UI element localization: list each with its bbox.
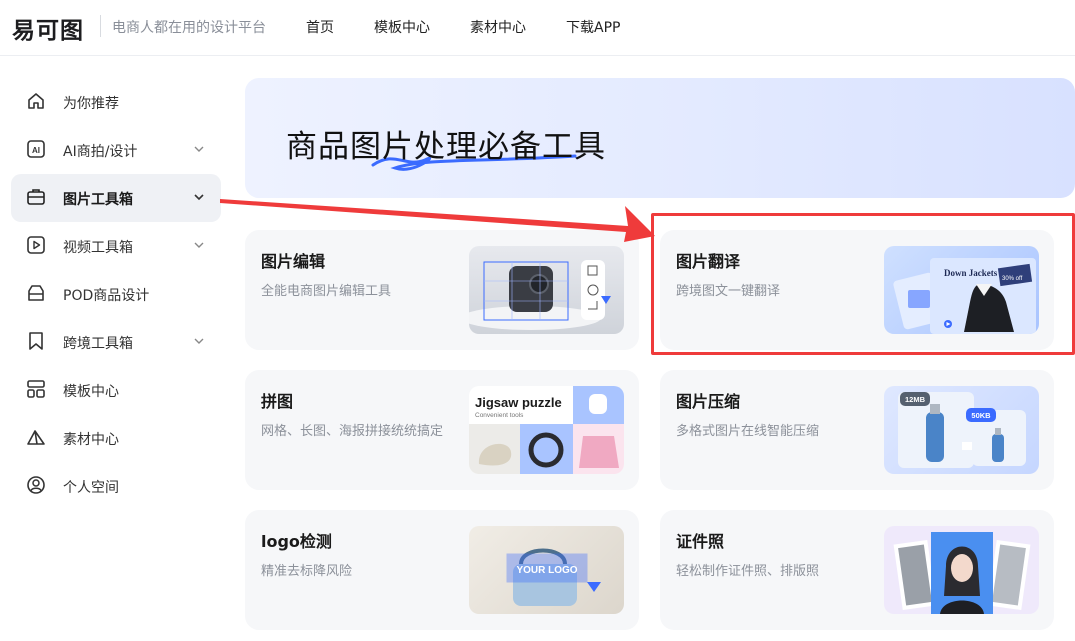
sidebar-item-label: AI商拍/设计 <box>63 144 138 160</box>
sidebar-item-pod[interactable]: POD商品设计 <box>11 270 221 318</box>
home-icon <box>28 93 44 109</box>
sidebar-item-label: 图片工具箱 <box>63 192 133 208</box>
sidebar-item-label: 模板中心 <box>63 384 119 400</box>
sidebar-item-templates[interactable]: 模板中心 <box>11 366 221 414</box>
thumb-logo-text: YOUR LOGO <box>516 565 577 576</box>
sidebar-item-label: 素材中心 <box>63 432 119 448</box>
nav-templates[interactable]: 模板中心 <box>374 17 430 37</box>
sidebar-item-label: 视频工具箱 <box>63 240 133 256</box>
card-title: 拼图 <box>261 392 294 411</box>
sidebar-item-video-toolbox[interactable]: 视频工具箱 <box>11 222 221 270</box>
sidebar-item-label: POD商品设计 <box>63 288 150 304</box>
shirt-icon <box>28 285 44 301</box>
sidebar-item-crossborder[interactable]: 跨境工具箱 <box>11 318 221 366</box>
chevron-down-icon[interactable] <box>191 237 207 253</box>
size-before-text: 12MB <box>905 395 926 404</box>
card-title: 证件照 <box>676 532 725 551</box>
nav-download-app[interactable]: 下载APP <box>566 17 620 37</box>
sidebar-item-personal[interactable]: 个人空间 <box>11 462 221 510</box>
card-title: 图片压缩 <box>676 392 741 411</box>
id-photo-thumbnail <box>884 526 1039 614</box>
compress-thumbnail: 12MB 50KB <box>884 386 1039 474</box>
chevron-down-icon[interactable] <box>191 333 207 349</box>
sidebar-item-label: 个人空间 <box>63 480 119 496</box>
thumb-subtitle-text: Convenient tools <box>475 412 524 419</box>
tool-card-collage[interactable]: 拼图 网格、长图、海报拼接统统搞定 Jigsaw puzzle Convenie… <box>245 370 639 490</box>
sidebar-item-materials[interactable]: 素材中心 <box>11 414 221 462</box>
sidebar-item-image-toolbox[interactable]: 图片工具箱 <box>11 174 221 222</box>
template-icon <box>27 380 45 398</box>
nav-materials[interactable]: 素材中心 <box>470 17 526 37</box>
sidebar: 为你推荐 AI AI商拍/设计 图片工具箱 视频工具箱 POD商品设计 跨境工具… <box>0 56 232 641</box>
card-desc: 轻松制作证件照、排版照 <box>676 564 820 579</box>
logo-divider <box>100 15 101 37</box>
sidebar-item-label: 为你推荐 <box>63 96 119 112</box>
svg-text:AI: AI <box>32 146 40 155</box>
material-icon <box>27 430 45 445</box>
logo[interactable]: 易可图 <box>12 11 84 45</box>
user-icon <box>27 476 45 494</box>
card-title: logo检测 <box>261 532 332 551</box>
nav-home[interactable]: 首页 <box>306 17 334 37</box>
toolbox-icon <box>27 189 45 205</box>
hero-banner: 商品图片处理必备工具 <box>245 78 1075 198</box>
chevron-down-icon[interactable] <box>191 189 207 205</box>
sidebar-item-label: 跨境工具箱 <box>63 336 133 352</box>
tool-card-image-edit[interactable]: 图片编辑 全能电商图片编辑工具 <box>245 230 639 350</box>
chevron-down-icon[interactable] <box>191 141 207 157</box>
highlight-box <box>651 213 1075 355</box>
card-desc: 多格式图片在线智能压缩 <box>676 424 820 439</box>
logo-detect-thumbnail: YOUR LOGO <box>469 526 624 614</box>
card-desc: 精准去标降风险 <box>261 564 353 579</box>
collage-thumbnail: Jigsaw puzzle Convenient tools <box>469 386 624 474</box>
tool-card-compress[interactable]: 图片压缩 多格式图片在线智能压缩 12MB 50KB <box>660 370 1054 490</box>
image-edit-thumbnail <box>469 246 624 334</box>
banner-title: 商品图片处理必备工具 <box>286 129 606 165</box>
card-title: 图片编辑 <box>261 252 326 271</box>
size-after-text: 50KB <box>971 411 991 420</box>
tool-card-logo-detect[interactable]: logo检测 精准去标降风险 YOUR LOGO <box>245 510 639 630</box>
video-icon <box>27 236 45 254</box>
ai-icon: AI <box>27 140 45 158</box>
card-desc: 全能电商图片编辑工具 <box>261 284 392 299</box>
card-desc: 网格、长图、海报拼接统统搞定 <box>261 424 444 439</box>
top-bar: 易可图 电商人都在用的设计平台 首页 模板中心 素材中心 下载APP <box>0 0 1075 56</box>
sidebar-item-recommend[interactable]: 为你推荐 <box>11 78 221 126</box>
sidebar-item-ai[interactable]: AI AI商拍/设计 <box>11 126 221 174</box>
tool-card-id-photo[interactable]: 证件照 轻松制作证件照、排版照 <box>660 510 1054 630</box>
slogan: 电商人都在用的设计平台 <box>112 20 266 36</box>
bookmark-icon <box>29 332 43 350</box>
thumb-title-text: Jigsaw puzzle <box>475 395 562 410</box>
